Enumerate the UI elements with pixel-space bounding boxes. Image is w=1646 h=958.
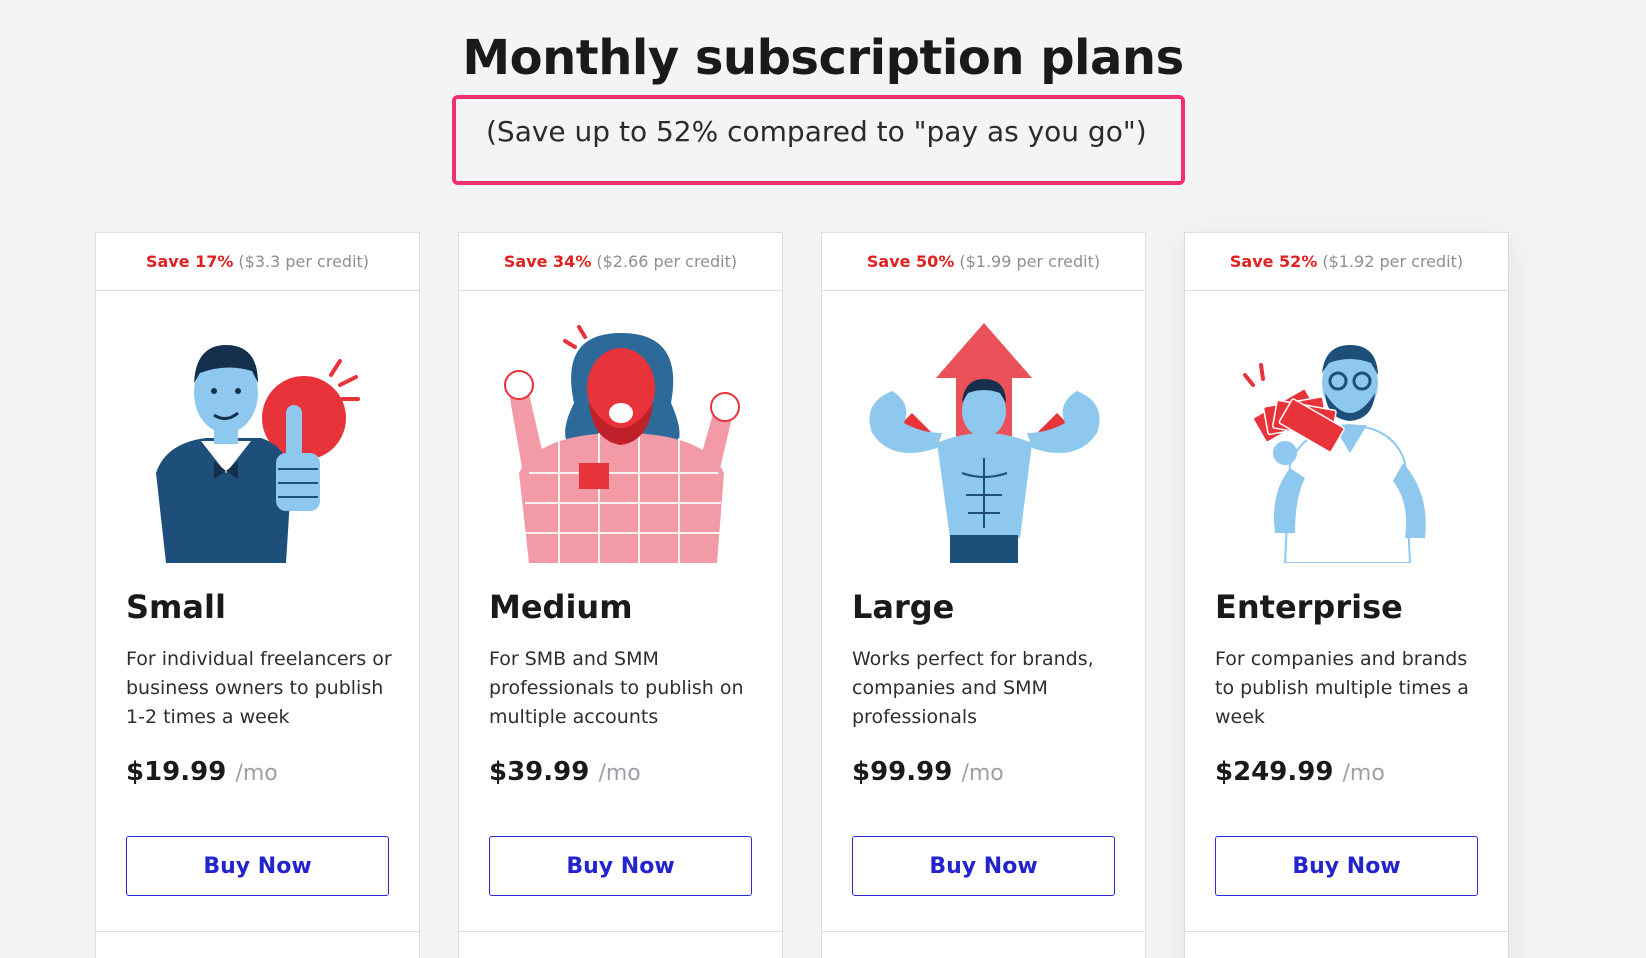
plan-price-unit: /mo [1342,761,1385,786]
plan-savings-banner: Save 34% ($2.66 per credit) [459,233,782,291]
plan-price-unit: /mo [235,761,278,786]
buy-now-button-large[interactable]: Buy Now [852,836,1115,896]
subtitle-highlight-box: (Save up to 52% compared to "pay as you … [452,95,1185,185]
card-divider [459,931,782,932]
muscular-man-illustration [852,323,1117,563]
page-heading: Monthly subscription plans [0,30,1646,86]
plan-per-credit: ($2.66 per credit) [596,252,738,271]
plan-name: Small [126,588,226,626]
plan-price-unit: /mo [961,761,1004,786]
plan-card-enterprise: Save 52% ($1.92 per credit) Enterprise F… [1184,232,1509,958]
plan-description: Works perfect for brands, companies and … [852,648,1094,728]
plan-card-large: Save 50% ($1.99 per credit) Large Works … [821,232,1146,958]
plan-savings-percent: Save 17% [145,252,234,271]
page-title: Monthly subscription plans [462,30,1184,86]
plan-per-credit: ($3.3 per credit) [238,252,370,271]
plan-savings-banner: Save 52% ($1.92 per credit) [1185,233,1508,291]
plan-description: For companies and brands to publish mult… [1215,648,1469,728]
plan-description: For SMB and SMM professionals to publish… [489,648,744,728]
plan-name: Enterprise [1215,588,1403,626]
buy-now-button-enterprise[interactable]: Buy Now [1215,836,1478,896]
plan-price: $99.99 [852,757,953,787]
plan-price-row: $249.99 /mo [1215,757,1385,787]
thumbs-up-man-illustration [126,323,391,563]
buy-now-button-small[interactable]: Buy Now [126,836,389,896]
plan-savings-banner: Save 17% ($3.3 per credit) [96,233,419,291]
plan-card-small: Save 17% ($3.3 per credit) Small For ind… [95,232,420,958]
plan-savings-percent: Save 34% [503,252,592,271]
plan-savings-percent: Save 50% [866,252,955,271]
card-divider [96,931,419,932]
plan-price-row: $39.99 /mo [489,757,641,787]
plan-price-row: $99.99 /mo [852,757,1004,787]
plan-price: $19.99 [126,757,227,787]
plan-card-medium: Save 34% ($2.66 per credit) Medium For S… [458,232,783,958]
plan-savings-banner: Save 50% ($1.99 per credit) [822,233,1145,291]
plan-price: $249.99 [1215,757,1334,787]
plan-per-credit: ($1.92 per credit) [1322,252,1464,271]
plan-savings-percent: Save 52% [1229,252,1318,271]
plan-description: For individual freelancers or business o… [126,648,392,728]
plan-price-row: $19.99 /mo [126,757,278,787]
page-subtitle: (Save up to 52% compared to "pay as you … [486,115,1147,148]
plan-name: Medium [489,588,633,626]
man-with-cash-fan-illustration [1215,323,1480,563]
plan-name: Large [852,588,955,626]
plan-price: $39.99 [489,757,590,787]
cheering-bearded-man-illustration [489,323,754,563]
card-divider [822,931,1145,932]
plan-per-credit: ($1.99 per credit) [959,252,1101,271]
plan-price-unit: /mo [598,761,641,786]
card-divider [1185,931,1508,932]
pricing-page: Monthly subscription plans (Save up to 5… [0,0,1646,958]
buy-now-button-medium[interactable]: Buy Now [489,836,752,896]
